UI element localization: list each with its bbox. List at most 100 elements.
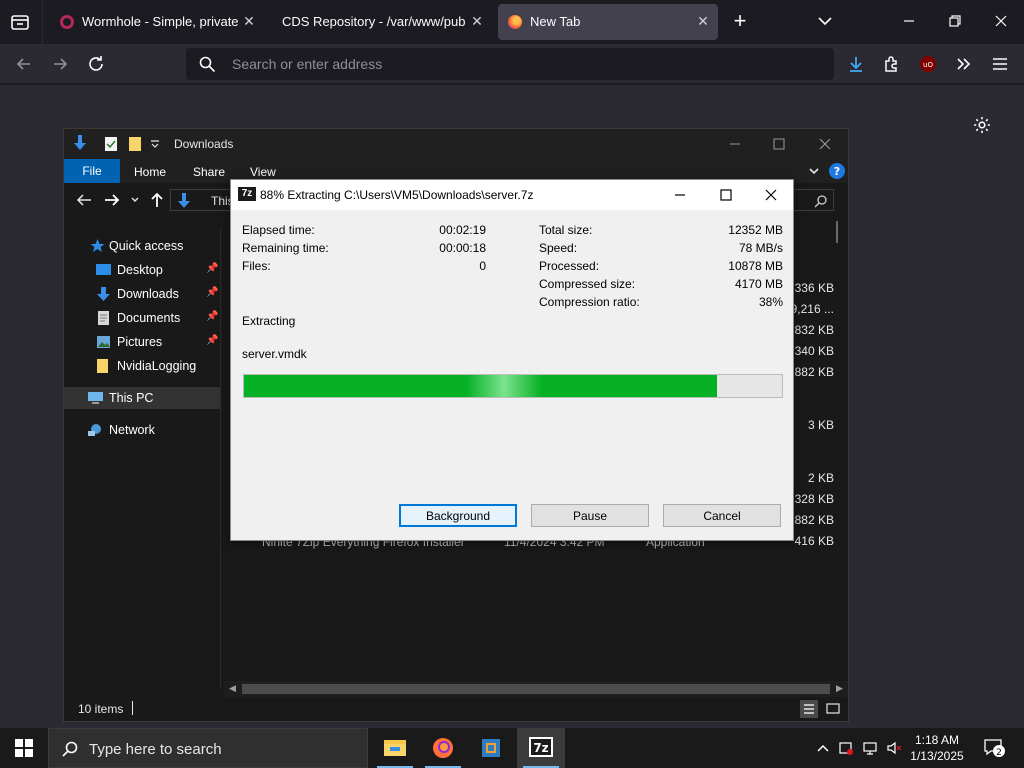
taskbar-virtualbox[interactable] [467,728,515,768]
large-icons-view-icon[interactable] [824,700,842,718]
show-hidden-icons-chevron-up-icon[interactable] [815,740,831,756]
7zip-logo-icon: 7z [238,187,256,201]
windows-taskbar: 7z 1:18 AM 1/13/2025 2 [0,728,1024,768]
url-input[interactable] [232,55,792,73]
taskbar-file-explorer[interactable] [371,728,419,768]
tab-separator [42,0,43,44]
ribbon-tab-share[interactable]: Share [193,165,225,179]
file-size: 882 KB [794,365,834,379]
horizontal-scrollbar[interactable]: ◀ ▶ [224,681,848,697]
minimize-icon[interactable] [900,12,918,30]
sidebar-item-label: Downloads [117,287,179,301]
svg-text:?: ? [834,165,840,178]
svg-text:uO: uO [923,61,933,69]
firefox-view-icon[interactable] [8,10,32,34]
ublock-origin-icon[interactable]: uO [918,54,938,74]
volume-muted-icon[interactable] [886,740,902,756]
network-monitor-icon[interactable] [862,740,878,756]
forward-arrow-icon[interactable] [50,54,70,74]
notifications-icon[interactable]: 2 [984,738,1006,758]
minimize-icon[interactable] [728,137,742,151]
expand-ribbon-chevron-down-icon[interactable] [808,165,820,177]
processed-value: 10878 MB [728,259,783,273]
scroll-left-icon[interactable]: ◀ [229,683,236,694]
minimize-icon[interactable] [671,186,689,204]
sidebar-item-documents[interactable]: Documents 📌 [64,307,220,329]
new-tab-button[interactable]: + [730,10,750,34]
tab-wormhole[interactable]: Wormhole - Simple, private file ✕ [50,4,264,40]
list-all-tabs-chevron-down-icon[interactable] [816,12,834,30]
close-tab-icon[interactable]: ✕ [468,12,486,30]
sidebar-item-downloads[interactable]: Downloads 📌 [64,283,220,305]
file-size: 340 KB [794,344,834,358]
pause-button[interactable]: Pause [531,504,649,527]
close-window-icon[interactable] [992,12,1010,30]
properties-icon[interactable] [104,136,118,152]
maximize-icon[interactable] [717,186,735,204]
tab-cds-repository[interactable]: CDS Repository - /var/www/public ✕ [272,4,492,40]
back-arrow-icon[interactable] [14,54,34,74]
extensions-puzzle-icon[interactable] [882,54,902,74]
file-size: 2 KB [807,471,834,485]
sidebar-item-nvidialogging[interactable]: NvidiaLogging [64,355,220,377]
quick-access-toolbar-chevron-down-icon[interactable] [150,139,160,149]
up-arrow-icon[interactable] [150,192,164,208]
new-folder-icon[interactable] [128,136,144,152]
document-icon [98,311,109,325]
close-tab-icon[interactable]: ✕ [694,12,712,30]
hamburger-menu-icon[interactable] [990,54,1010,74]
download-arrow-icon [97,287,110,301]
taskbar-firefox[interactable] [419,728,467,768]
sidebar-item-this-pc[interactable]: This PC [64,387,220,409]
scroll-right-icon[interactable]: ▶ [836,683,843,694]
sidebar-item-quick-access[interactable]: Quick access [64,235,220,257]
ribbon-tab-file[interactable]: File [64,159,120,183]
reload-icon[interactable] [86,54,106,74]
url-bar[interactable] [186,48,834,80]
file-size: 3 KB [807,418,834,432]
taskbar-7zip[interactable]: 7z [517,728,565,768]
sidebar-item-label: Quick access [109,239,184,253]
recent-locations-chevron-down-icon[interactable] [130,195,140,205]
status-bar: 10 items [64,697,848,721]
system-clock[interactable]: 1:18 AM 1/13/2025 [902,732,972,764]
tab-new-tab[interactable]: New Tab ✕ [498,4,718,40]
search-icon [199,56,216,73]
close-icon[interactable] [762,186,780,204]
sidebar-item-network[interactable]: Network [64,419,220,441]
desktop-icon [96,264,111,275]
sidebar-item-label: Network [109,423,155,437]
scrollbar-thumb[interactable] [242,684,830,694]
help-icon[interactable]: ? [828,162,846,180]
ribbon-tab-home[interactable]: Home [134,165,166,179]
gear-icon[interactable] [972,115,992,135]
maximize-icon[interactable] [772,137,786,151]
close-window-icon[interactable] [818,137,832,151]
download-arrow-icon [74,135,86,150]
sidebar-item-desktop[interactable]: Desktop 📌 [64,259,220,281]
svg-text:2: 2 [996,748,1002,758]
back-arrow-icon[interactable] [76,193,92,207]
close-tab-icon[interactable]: ✕ [240,12,258,30]
downloads-arrow-icon[interactable] [846,54,866,74]
taskbar-search-input[interactable] [89,739,349,759]
speed-label: Speed: [539,241,578,255]
ribbon-tab-view[interactable]: View [250,165,276,179]
forward-arrow-icon[interactable] [104,193,120,207]
windows-security-icon[interactable] [838,740,854,756]
svg-text:7z: 7z [533,741,548,755]
restore-icon[interactable] [946,12,964,30]
dialog-title: 88% Extracting C:\Users\VM5\Downloads\se… [260,188,534,202]
taskbar-search-box[interactable] [48,728,368,768]
elapsed-time-value: 00:02:19 [439,223,486,237]
more-tools-chevrons-icon[interactable] [954,54,974,74]
windows-start-icon[interactable] [15,739,33,757]
details-view-icon[interactable] [800,700,818,718]
background-button[interactable]: Background [399,504,517,527]
progress-fill [244,375,717,397]
sidebar-item-pictures[interactable]: Pictures 📌 [64,331,220,353]
vertical-scrollbar[interactable] [836,221,846,243]
search-icon[interactable] [814,194,828,208]
file-size: 416 KB [794,534,834,548]
cancel-button[interactable]: Cancel [663,504,781,527]
